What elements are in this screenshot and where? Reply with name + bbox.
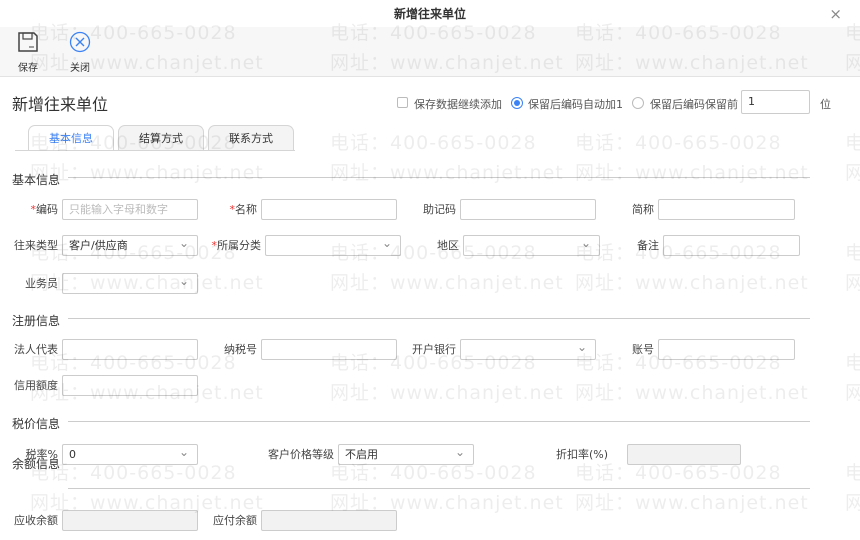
- close-button[interactable]: 关闭: [65, 31, 95, 74]
- price-level-label: 客户价格等级: [268, 448, 334, 461]
- remark-label: 备注: [637, 239, 659, 252]
- tab-settlement[interactable]: 结算方式: [118, 125, 204, 151]
- keep-prefix-radio[interactable]: [632, 97, 644, 109]
- close-circle-icon: [69, 31, 91, 53]
- watermark-text: 网址：www.chanjet.net: [30, 162, 264, 184]
- watermark-text: 网址：www.chanjet.net: [845, 272, 860, 294]
- watermark-text: 网址：www.chanjet.net: [330, 162, 564, 184]
- short-name-input[interactable]: [658, 199, 795, 220]
- receivable-label: 应收余额: [14, 514, 58, 527]
- divider: [68, 488, 810, 489]
- save-label: 保存: [18, 63, 38, 74]
- discount-label: 折扣率(%): [555, 448, 608, 461]
- discount-input[interactable]: [627, 444, 741, 465]
- auto-inc-label: 保留后编码自动加1: [528, 98, 623, 111]
- section-register: 注册信息: [12, 314, 61, 328]
- divider: [68, 318, 810, 319]
- credit-label: 信用额度: [14, 379, 58, 392]
- save-icon: [18, 32, 38, 52]
- watermark-text: 电话：400-665-0028: [845, 242, 860, 264]
- account-input[interactable]: [658, 339, 795, 360]
- account-label: 账号: [632, 343, 654, 356]
- tax-rate-select[interactable]: 0: [62, 443, 198, 465]
- section-balance: 余额信息: [12, 457, 61, 471]
- prefix-digits-input[interactable]: 1: [741, 90, 810, 114]
- remark-input[interactable]: [663, 235, 800, 256]
- watermark-text: 电话：400-665-0028: [330, 132, 537, 154]
- name-label: *名称: [229, 203, 258, 216]
- watermark-text: 电话：400-665-0028: [575, 132, 782, 154]
- mnemonic-label: 助记码: [423, 203, 456, 216]
- payable-input: [261, 510, 397, 531]
- tax-number-label: 纳税号: [224, 343, 257, 356]
- save-button[interactable]: 保存: [13, 31, 43, 74]
- watermark-text: 电话：400-665-0028: [845, 132, 860, 154]
- payable-label: 应付余额: [213, 514, 257, 527]
- watermark-text: 电话：400-665-0028: [845, 462, 860, 484]
- type-label: 往来类型: [14, 239, 58, 252]
- section-tax: 税价信息: [12, 417, 61, 431]
- watermark-text: 网址：www.chanjet.net: [575, 272, 809, 294]
- tab-contact[interactable]: 联系方式: [208, 125, 294, 151]
- close-label: 关闭: [70, 63, 90, 74]
- bank-label: 开户银行: [412, 343, 456, 356]
- window-title: 新增往来单位: [393, 7, 466, 21]
- divider: [68, 421, 810, 422]
- continue-add-checkbox[interactable]: [397, 97, 408, 108]
- watermark-text: 网址：www.chanjet.net: [845, 382, 860, 404]
- close-window-button[interactable]: ×: [829, 5, 842, 23]
- auto-inc-radio[interactable]: [511, 97, 523, 109]
- watermark-text: 网址：www.chanjet.net: [330, 272, 564, 294]
- category-label: *所属分类: [211, 239, 262, 252]
- salesman-label: 业务员: [25, 277, 58, 290]
- tab-divider: [15, 150, 295, 151]
- watermark-text: 网址：www.chanjet.net: [575, 492, 809, 514]
- section-basic: 基本信息: [12, 173, 61, 187]
- prefix-unit: 位: [820, 98, 831, 111]
- watermark-text: 电话：400-665-0028: [845, 352, 860, 374]
- keep-prefix-label: 保留后编码保留前: [650, 98, 738, 111]
- credit-input[interactable]: [62, 375, 198, 396]
- watermark-text: 网址：www.chanjet.net: [575, 162, 809, 184]
- salesman-select[interactable]: [62, 272, 198, 294]
- tab-basic[interactable]: 基本信息: [28, 125, 114, 151]
- watermark-text: 网址：www.chanjet.net: [330, 382, 564, 404]
- code-label: *编码: [30, 203, 59, 216]
- region-label: 地区: [437, 239, 459, 252]
- divider: [68, 177, 810, 178]
- watermark-text: 网址：www.chanjet.net: [575, 382, 809, 404]
- watermark-text: 网址：www.chanjet.net: [845, 492, 860, 514]
- short-name-label: 简称: [632, 203, 654, 216]
- watermark-text: 网址：www.chanjet.net: [845, 162, 860, 184]
- page-title: 新增往来单位: [12, 95, 109, 114]
- continue-add-label: 保存数据继续添加: [414, 98, 502, 111]
- type-select[interactable]: 客户/供应商: [62, 234, 198, 256]
- price-level-select[interactable]: 不启用: [338, 443, 474, 465]
- legal-rep-label: 法人代表: [14, 343, 58, 356]
- toolbar: 保存 关闭: [0, 27, 860, 77]
